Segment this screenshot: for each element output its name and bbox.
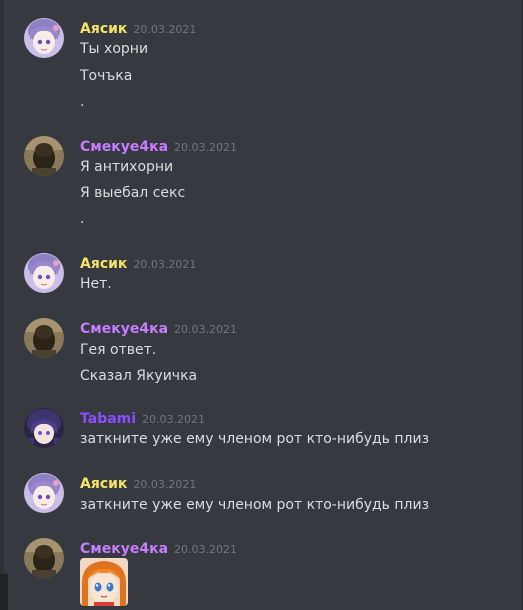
message-header: Смекуе4ка 20.03.2021 — [80, 318, 237, 338]
message-header: Аясик 20.03.2021 — [80, 253, 196, 273]
message-group: Смекуе4ка 20.03.2021 — [0, 538, 523, 610]
message-text: Сказал Якуичка — [80, 368, 198, 384]
avatar-smekue[interactable] — [24, 538, 64, 578]
message-group: Tabami 20.03.2021 заткните уже ему членом… — [0, 408, 523, 453]
timestamp: 20.03.2021 — [133, 23, 197, 36]
message-group: Смекуе4ка 20.03.2021 Гея ответ. Сказал Як… — [0, 318, 523, 388]
message-text: Я антихорни — [80, 159, 174, 175]
avatar-tabami[interactable] — [24, 408, 64, 448]
message-group: Аясик 20.03.2021 Ты хорни Точъка . — [0, 18, 523, 118]
timestamp: 20.03.2021 — [174, 323, 238, 336]
message-group: Смекуе4ка 20.03.2021 Я антихорни Я выебал… — [0, 136, 523, 231]
timestamp: 20.03.2021 — [174, 543, 238, 556]
timestamp: 20.03.2021 — [142, 413, 206, 426]
username[interactable]: Аясик — [80, 21, 127, 37]
message-text: заткните уже ему членом рот кто-нибудь п… — [80, 431, 430, 447]
avatar-ayasik[interactable] — [24, 18, 64, 58]
username[interactable]: Смекуе4ка — [80, 139, 168, 155]
message-text: Нет. — [80, 276, 112, 292]
username[interactable]: Аясик — [80, 476, 127, 492]
message-text: Я выебал секс — [80, 185, 186, 201]
message-header: Tabami 20.03.2021 — [80, 408, 205, 428]
message-text: Ты хорни — [80, 41, 149, 57]
message-header: Смекуе4ка 20.03.2021 — [80, 136, 237, 156]
timestamp: 20.03.2021 — [133, 478, 197, 491]
timestamp: 20.03.2021 — [174, 141, 238, 154]
message-header: Смекуе4ка 20.03.2021 — [80, 538, 237, 558]
message-header: Аясик 20.03.2021 — [80, 473, 196, 493]
message-text: . — [80, 94, 85, 110]
avatar-smekue[interactable] — [24, 318, 64, 358]
username[interactable]: Смекуе4ка — [80, 321, 168, 337]
message-group: Аясик 20.03.2021 заткните уже ему членом … — [0, 473, 523, 518]
avatar-ayasik[interactable] — [24, 253, 64, 293]
anime-emoji-image[interactable] — [80, 558, 128, 606]
message-header: Аясик 20.03.2021 — [80, 18, 196, 38]
message-text: заткните уже ему членом рот кто-нибудь п… — [80, 497, 430, 513]
avatar-smekue[interactable] — [24, 136, 64, 176]
message-text: Точъка — [80, 68, 133, 84]
avatar-ayasik[interactable] — [24, 473, 64, 513]
username[interactable]: Аясик — [80, 256, 127, 272]
timestamp: 20.03.2021 — [133, 258, 197, 271]
message-text: . — [80, 211, 85, 227]
message-text: Гея ответ. — [80, 342, 157, 358]
username[interactable]: Смекуе4ка — [80, 541, 168, 557]
username[interactable]: Tabami — [80, 411, 136, 427]
message-group: Аясик 20.03.2021 Нет. — [0, 253, 523, 298]
